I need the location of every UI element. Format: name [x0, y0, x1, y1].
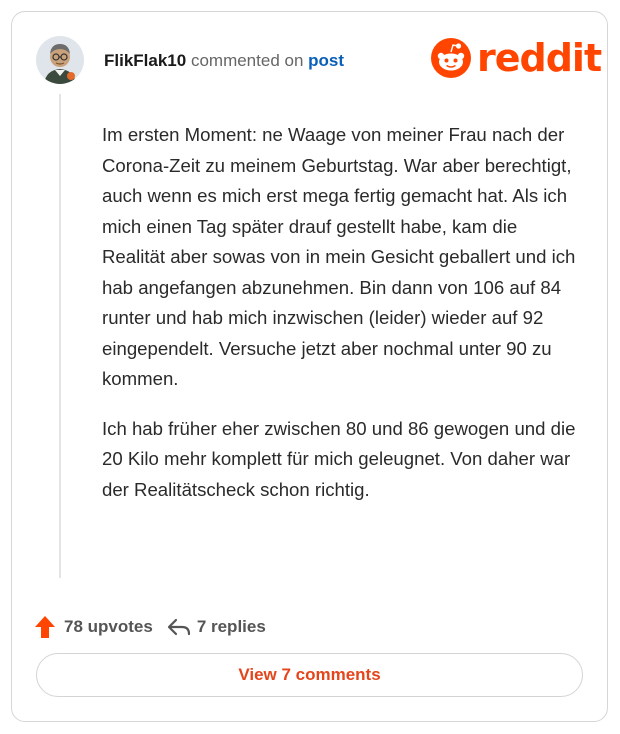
reddit-logo[interactable]: reddit [431, 36, 602, 80]
reddit-snoo-icon [431, 38, 471, 78]
avatar[interactable] [36, 36, 84, 84]
reply-arrow-icon [167, 618, 190, 636]
comment-footer: 78 upvotes 7 replies [34, 613, 266, 641]
comment-card: FlikFlak10 commented on post reddit Im e… [11, 11, 608, 722]
replies-button[interactable]: 7 replies [153, 617, 266, 637]
comment-paragraph: Im ersten Moment: ne Waage von meiner Fr… [102, 124, 576, 389]
post-link[interactable]: post [308, 51, 344, 70]
comment-body: Im ersten Moment: ne Waage von meiner Fr… [102, 120, 582, 524]
view-comments-button[interactable]: View 7 comments [36, 653, 583, 697]
thread-line[interactable] [59, 94, 61, 578]
upvote-arrow-icon [35, 616, 55, 638]
comment-action-text: commented on [190, 51, 304, 70]
author-name[interactable]: FlikFlak10 [104, 51, 186, 70]
upvote-count: 78 upvotes [64, 617, 153, 636]
logo-wordmark: reddit [477, 36, 602, 80]
comment-header: FlikFlak10 commented on post [104, 51, 344, 71]
avatar-icon [36, 36, 84, 84]
comment-paragraph: Ich hab früher eher zwischen 80 und 86 g… [102, 417, 576, 500]
reply-count: 7 replies [196, 617, 266, 636]
view-comments-label: View 7 comments [238, 665, 381, 684]
upvote-button[interactable]: 78 upvotes [34, 615, 153, 639]
